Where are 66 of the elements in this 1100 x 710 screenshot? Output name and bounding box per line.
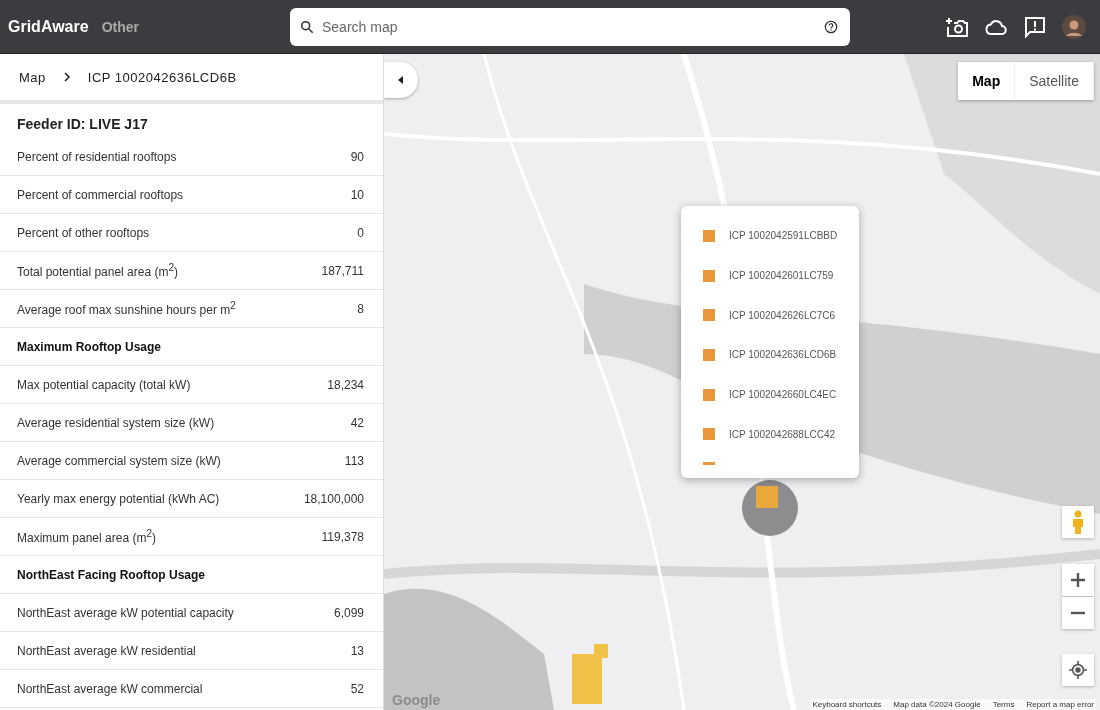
plus-icon	[1071, 573, 1085, 587]
row-value: 18,100,000	[303, 491, 364, 506]
feedback-icon[interactable]	[1023, 14, 1047, 39]
square-marker-icon	[703, 462, 715, 466]
nav-link[interactable]: Other	[101, 18, 139, 35]
row-label: Percent of residential rooftops	[17, 149, 177, 164]
help-icon[interactable]	[823, 19, 838, 34]
map-type-tab[interactable]: Map	[958, 62, 1016, 100]
popup-item[interactable]: ICP 1002042636LCD6B	[703, 335, 859, 375]
row-value: 42	[350, 415, 364, 430]
attribution-link[interactable]: Report a map error	[1026, 700, 1094, 709]
row-label: Average roof max sunshine hours per m$^{2}$	[17, 300, 236, 317]
locate-button[interactable]	[1062, 654, 1094, 686]
row-value: 18,234	[327, 377, 364, 392]
zoom-in-button[interactable]	[1062, 564, 1094, 596]
row-value: 119,378	[321, 529, 364, 544]
square-marker-icon	[703, 348, 715, 361]
square-marker-icon	[703, 428, 715, 441]
attribution-link[interactable]: Keyboard shortcuts	[812, 700, 882, 709]
map-type-tab[interactable]: Satellite	[1015, 62, 1094, 100]
square-marker-icon	[703, 388, 715, 401]
row-label: Percent of other rooftops	[17, 225, 150, 240]
square-marker-icon	[703, 229, 715, 242]
search-field[interactable]: Search map	[289, 7, 850, 46]
square-marker-icon	[703, 269, 715, 282]
row-label: Percent of commercial rooftops	[17, 187, 184, 202]
popup-item[interactable]: ICP 1002042688LCC42	[703, 414, 859, 455]
popup-item[interactable]: ICP 1002042591LCBBD	[703, 216, 859, 256]
caret-icon	[398, 76, 404, 84]
row-label: Total potential panel area (m$^{2}$)	[17, 262, 178, 279]
row-label: Average residential system size (kW)	[17, 415, 215, 430]
target-icon	[1069, 661, 1087, 679]
row-label: NorthEast average kW commercial	[17, 681, 203, 696]
row-label: NorthEast average kW residential	[17, 643, 196, 658]
map-logo: Google	[392, 692, 441, 708]
section-heading: NorthEast Facing Rooftop Usage	[17, 567, 205, 582]
zoom-out-button[interactable]	[1062, 597, 1094, 629]
person-icon	[1072, 510, 1084, 534]
section-heading: Maximum Rooftop Usage	[17, 339, 161, 354]
row-label: NorthEast average kW potential capacity	[17, 605, 234, 620]
row-value: 113	[344, 453, 364, 468]
attribution-link[interactable]: Map data ©2024 Google	[893, 700, 981, 709]
search-icon	[299, 19, 314, 34]
popup-item[interactable]: ICP 1002042601LC759	[703, 255, 859, 296]
chevron-icon	[61, 72, 72, 82]
row-value: 10	[350, 187, 364, 202]
row-value: 187,711	[321, 263, 364, 278]
row-label: Max potential capacity (total kW)	[17, 377, 191, 392]
square-marker-icon	[703, 309, 715, 322]
popup-item[interactable]: ICP 1002042660LC4EC	[703, 374, 859, 415]
row-label: Yearly max energy potential (kWh AC)	[17, 491, 220, 506]
avatar[interactable]	[1062, 14, 1086, 39]
row-value: 13	[350, 643, 364, 658]
row-value: 6,099	[333, 605, 364, 620]
attribution-link[interactable]: Terms	[992, 700, 1015, 709]
row-value: 90	[350, 149, 364, 164]
row-value: 52	[350, 681, 364, 696]
row-value: 0	[357, 225, 364, 240]
breadcrumb-current: ICP 1002042636LCD6B	[87, 69, 237, 85]
row-label: Average commercial system size (kW)	[17, 453, 221, 468]
popup-item[interactable]: ICP 1002042626LC7C6	[703, 295, 859, 336]
row-label: Maximum panel area (m$^{2}$)	[17, 528, 156, 545]
row-value: 8	[357, 301, 364, 316]
panel-title: Feeder ID: LIVE J17	[16, 115, 149, 134]
breadcrumb-link[interactable]: Map	[19, 69, 46, 85]
app-name: GridAware	[8, 17, 89, 36]
